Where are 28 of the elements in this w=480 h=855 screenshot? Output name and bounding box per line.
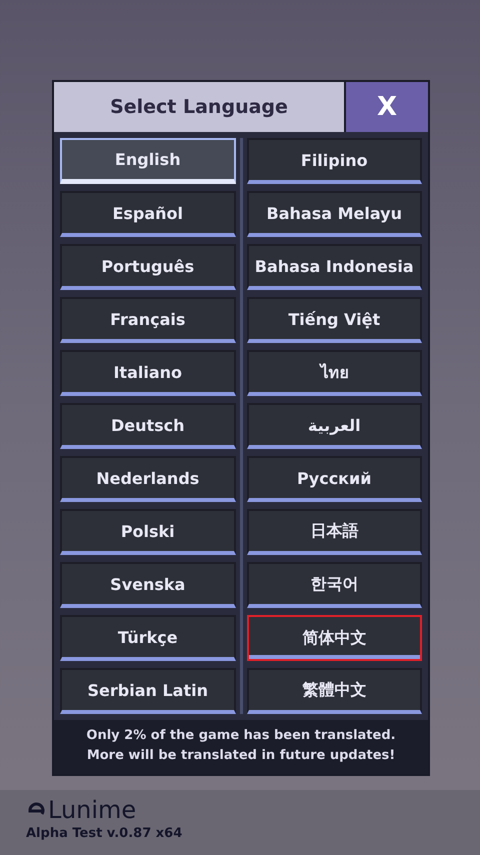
language-button[interactable]: Nederlands [60,456,236,502]
language-button[interactable]: Serbian Latin [60,668,236,714]
language-button[interactable]: Polski [60,509,236,555]
language-button[interactable]: العربية [246,403,422,449]
language-button[interactable]: 한국어 [246,562,422,608]
language-button[interactable]: Bahasa Indonesia [246,244,422,290]
language-button[interactable]: Filipino [246,138,422,184]
language-button[interactable]: Русский [246,456,422,502]
language-button[interactable]: Svenska [60,562,236,608]
language-button[interactable]: Deutsch [60,403,236,449]
version-text: Alpha Test v.0.87 x64 [26,826,184,841]
language-button[interactable]: Português [60,244,236,290]
close-button[interactable]: X [346,82,428,132]
language-button[interactable]: 日本語 [246,509,422,555]
language-button[interactable]: ไทย [246,350,422,396]
language-button[interactable]: Türkçe [60,615,236,661]
notice-text: Only 2% of the game has been translated. [85,727,397,745]
notice-text: More will be translated in future updates! [86,747,396,765]
dialog-title: Select Language [54,82,344,132]
language-button[interactable]: Italiano [60,350,236,396]
language-button[interactable]: Tiếng Việt [246,297,422,343]
language-button[interactable]: Bahasa Melayu [246,191,422,237]
language-button[interactable]: 繁體中文 [246,668,422,714]
language-button[interactable]: English [60,138,236,184]
language-button[interactable]: 简体中文 [246,615,422,661]
brand-name: Lunime [48,796,136,824]
language-button[interactable]: Français [60,297,236,343]
language-button[interactable]: Español [60,191,236,237]
